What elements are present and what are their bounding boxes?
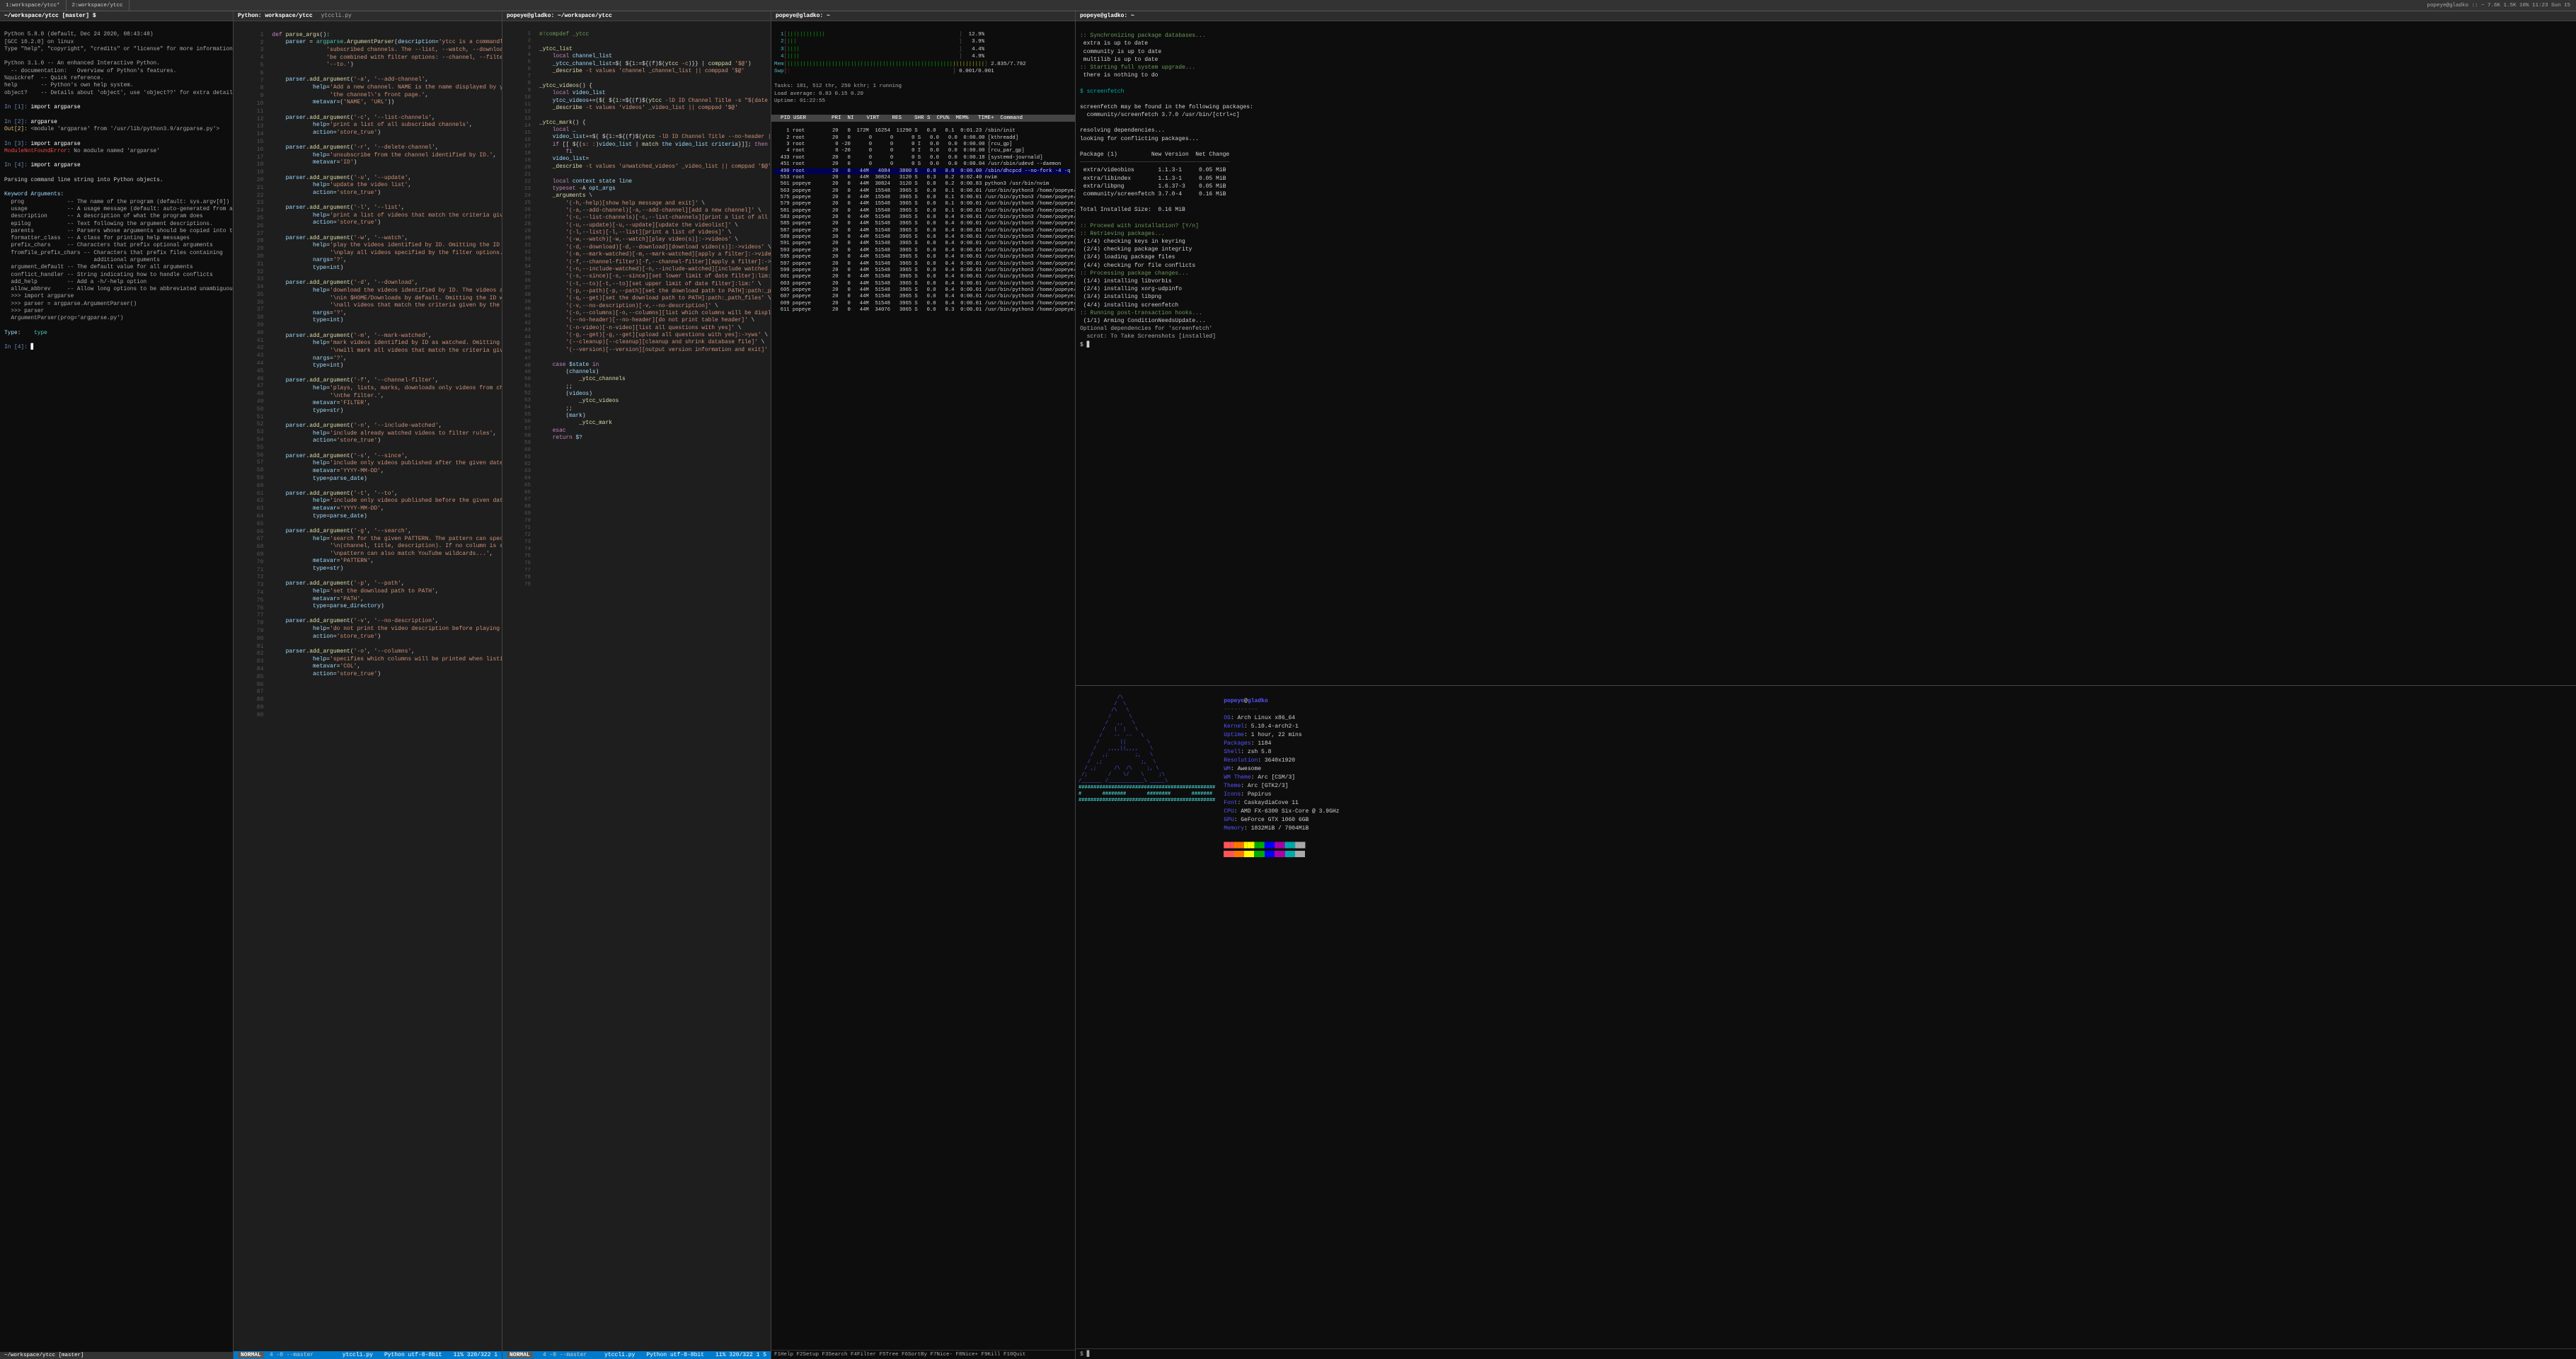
pane-python-status-text: ~/workspace/ytcc [master] <box>4 1353 84 1358</box>
tmux-status-bar: 1:workspace/ytcc* 2:workspace/ytcc popey… <box>0 0 2576 11</box>
shell-code-view: 1 2 3 4 5 6 7 8 9 10 11 12 13 14 15 16 1… <box>502 21 771 1351</box>
pane-shell-header: popeye@gladko: ~/workspace/ytcc <box>502 11 771 21</box>
htop-content[interactable]: 1[|||||||||||| ] 12.9% 2[||| ] 3.9% 3[||… <box>771 21 1075 1350</box>
editor-content[interactable]: 1 2 3 4 5 6 7 8 9 10 11 12 13 14 15 16 1… <box>234 21 502 1351</box>
shell-filename: ytccli.py <box>604 1352 635 1358</box>
editor-filename: ytccli.py <box>343 1352 373 1358</box>
code-view: 1 2 3 4 5 6 7 8 9 10 11 12 13 14 15 16 1… <box>234 21 502 1351</box>
pane-code-editor: Python: workspace/ytcc ytccli.py 1 2 3 4… <box>234 11 502 1359</box>
pane-neofetch: /\ / \ /\ \ / \ / ,, \ / | | \ / -- -- \… <box>1076 686 2576 1359</box>
pacman-content[interactable]: :: Synchronizing package databases... ex… <box>1076 21 2576 685</box>
neofetch-ascii: /\ / \ /\ \ / \ / ,, \ / | | \ / -- -- \… <box>1079 689 1215 1346</box>
pane-htop: popeye@gladko: ~ 1[|||||||||||| ] 12.9% … <box>771 11 1076 1359</box>
shell-encoding: Python utf-8-8bit <box>646 1352 704 1358</box>
pane-python-header: ~/workspace/ytcc [master] $ <box>0 11 233 21</box>
pane-editor-header: Python: workspace/ytcc ytccli.py <box>234 11 502 21</box>
htop-help-keys: F1Help F2Setup F3Search F4Filter F5Tree … <box>774 1352 1026 1358</box>
neofetch-prompt: $ ▊ <box>1076 1348 2576 1359</box>
code-text: def parse_args(): parser = argparse.Argu… <box>269 24 502 1348</box>
htop-cpu-bars: 1[|||||||||||| ] 12.9% 2[||| ] 3.9% 3[||… <box>771 21 1075 115</box>
pane-python: ~/workspace/ytcc [master] $ Python 5.8.0… <box>0 11 234 1359</box>
shell-code-text: #!compdef _ytcc _ytcc_list local channel… <box>536 24 771 1348</box>
shell-git: 4 -0 --master <box>543 1352 587 1358</box>
editor-position: Python utf-8-8bit <box>384 1352 442 1358</box>
editor-line-col: 11% 320/322 1 <box>454 1352 498 1358</box>
htop-header-bar: popeye@gladko: ~ <box>771 11 1075 21</box>
pane-python-title: ~/workspace/ytcc [master] $ <box>4 13 96 19</box>
tmux-right-info: popeye@gladko :: ~ 7.6K 1.5K 10% 11:23 S… <box>2421 3 2576 8</box>
pane-pacman: popeye@gladko: ~ :: Synchronizing packag… <box>1076 11 2576 686</box>
shell-line-numbers: 1 2 3 4 5 6 7 8 9 10 11 12 13 14 15 16 1… <box>502 24 536 1348</box>
shell-pos: 11% 320/322 1 5 <box>715 1352 766 1358</box>
python-terminal-text: Python 5.8.0 (default, Dec 24 2020, 08:4… <box>0 21 233 1352</box>
shell-vim-mode: NORMAL <box>507 1352 533 1358</box>
shell-content[interactable]: 1 2 3 4 5 6 7 8 9 10 11 12 13 14 15 16 1… <box>502 21 771 1351</box>
tmux-tab-1[interactable]: 1:workspace/ytcc* <box>0 0 67 11</box>
neofetch-content[interactable]: /\ / \ /\ \ / \ / ,, \ / | | \ / -- -- \… <box>1076 686 2576 1349</box>
neofetch-info: popeye@gladko ---------- OS: Arch Linux … <box>1224 689 1339 1346</box>
tmux-tab-1-label: 1:workspace/ytcc* <box>6 3 60 8</box>
pacman-title: popeye@gladko: ~ <box>1080 13 1134 19</box>
neofetch-prompt-text: $ ▊ <box>1080 1351 1090 1358</box>
pane-shell-script: popeye@gladko: ~/workspace/ytcc 1 2 3 4 … <box>502 11 771 1359</box>
htop-process-list: 1 root 20 0 172M 16254 11290 S 0.0 0.1 0… <box>771 122 1075 321</box>
shell-status-bar: NORMAL 4 -0 --master ytccli.py Python ut… <box>502 1351 771 1359</box>
tmux-right-text: popeye@gladko :: ~ 7.6K 1.5K 10% 11:23 S… <box>2427 3 2570 8</box>
editor-file-title: Python: workspace/ytcc <box>238 13 313 19</box>
shell-file-title: popeye@gladko: ~/workspace/ytcc <box>507 13 612 19</box>
editor-git-branch: 4 -0 --master <box>270 1352 314 1358</box>
line-numbers: 1 2 3 4 5 6 7 8 9 10 11 12 13 14 15 16 1… <box>234 24 269 1348</box>
pane-python-status: ~/workspace/ytcc [master] <box>0 1352 233 1359</box>
pane-right-split: popeye@gladko: ~ :: Synchronizing packag… <box>1076 11 2576 1359</box>
vim-mode: NORMAL <box>238 1352 264 1358</box>
pane-python-content[interactable]: Python 5.8.0 (default, Dec 24 2020, 08:4… <box>0 21 233 1352</box>
tmux-tab-2[interactable]: 2:workspace/ytcc <box>67 0 130 11</box>
editor-status-bar: NORMAL 4 -0 --master ytccli.py Python ut… <box>234 1351 502 1359</box>
tmux-tab-2-label: 2:workspace/ytcc <box>72 3 123 8</box>
htop-footer: F1Help F2Setup F3Search F4Filter F5Tree … <box>771 1350 1075 1359</box>
htop-column-header: PID USER PRI NI VIRT RES SHR S CPU% MEM%… <box>771 115 1075 122</box>
editor-file-subtitle: ytccli.py <box>321 13 352 19</box>
pacman-header: popeye@gladko: ~ <box>1076 11 2576 21</box>
htop-title: popeye@gladko: ~ <box>776 13 830 19</box>
